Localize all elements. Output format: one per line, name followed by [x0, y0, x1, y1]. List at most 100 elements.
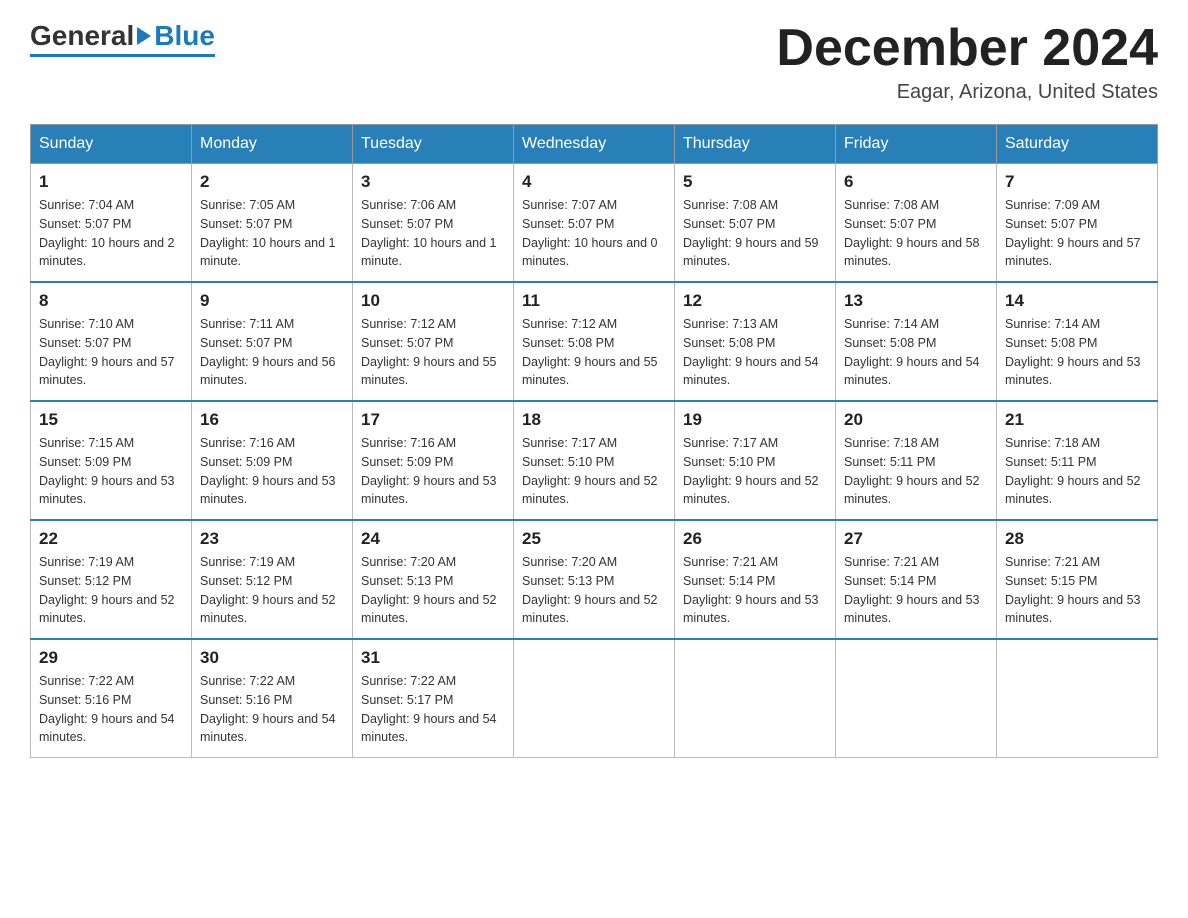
- day-info: Sunrise: 7:05 AMSunset: 5:07 PMDaylight:…: [200, 196, 344, 271]
- logo-arrow-icon: [137, 27, 151, 45]
- calendar-week-row: 1 Sunrise: 7:04 AMSunset: 5:07 PMDaylight…: [31, 164, 1158, 283]
- table-row: 12Sunrise: 7:13 AMSunset: 5:08 PMDayligh…: [675, 282, 836, 401]
- table-row: 7 Sunrise: 7:09 AMSunset: 5:07 PMDaylight…: [997, 164, 1158, 283]
- table-row: [997, 639, 1158, 758]
- day-number: 18: [522, 410, 666, 430]
- day-info: Sunrise: 7:11 AMSunset: 5:07 PMDaylight:…: [200, 315, 344, 390]
- table-row: 25Sunrise: 7:20 AMSunset: 5:13 PMDayligh…: [514, 520, 675, 639]
- calendar-week-row: 8 Sunrise: 7:10 AMSunset: 5:07 PMDaylight…: [31, 282, 1158, 401]
- table-row: 24 Sunrise: 7:20 AMSunset: 5:13 PMDayligh…: [353, 520, 514, 639]
- table-row: 14Sunrise: 7:14 AMSunset: 5:08 PMDayligh…: [997, 282, 1158, 401]
- day-info: Sunrise: 7:14 AMSunset: 5:08 PMDaylight:…: [844, 315, 988, 390]
- day-number: 26: [683, 529, 827, 549]
- calendar-week-row: 29 Sunrise: 7:22 AMSunset: 5:16 PMDayligh…: [31, 639, 1158, 758]
- day-number: 7: [1005, 172, 1149, 192]
- day-info: Sunrise: 7:08 AMSunset: 5:07 PMDaylight:…: [683, 196, 827, 271]
- table-row: [514, 639, 675, 758]
- day-info: Sunrise: 7:10 AMSunset: 5:07 PMDaylight:…: [39, 315, 183, 390]
- table-row: 1 Sunrise: 7:04 AMSunset: 5:07 PMDaylight…: [31, 164, 192, 283]
- table-row: 27Sunrise: 7:21 AMSunset: 5:14 PMDayligh…: [836, 520, 997, 639]
- day-info: Sunrise: 7:19 AMSunset: 5:12 PMDaylight:…: [200, 553, 344, 628]
- page-header: General Blue December 2024 Eagar, Arizon…: [30, 20, 1158, 104]
- day-number: 2: [200, 172, 344, 192]
- table-row: 23 Sunrise: 7:19 AMSunset: 5:12 PMDayligh…: [192, 520, 353, 639]
- table-row: 31Sunrise: 7:22 AMSunset: 5:17 PMDayligh…: [353, 639, 514, 758]
- table-row: 4 Sunrise: 7:07 AMSunset: 5:07 PMDaylight…: [514, 164, 675, 283]
- table-row: 18 Sunrise: 7:17 AMSunset: 5:10 PMDayligh…: [514, 401, 675, 520]
- day-info: Sunrise: 7:20 AMSunset: 5:13 PMDaylight:…: [522, 553, 666, 628]
- logo-underline: [30, 54, 215, 57]
- day-info: Sunrise: 7:18 AMSunset: 5:11 PMDaylight:…: [1005, 434, 1149, 509]
- day-info: Sunrise: 7:22 AMSunset: 5:16 PMDaylight:…: [200, 672, 344, 747]
- day-number: 21: [1005, 410, 1149, 430]
- day-info: Sunrise: 7:21 AMSunset: 5:14 PMDaylight:…: [683, 553, 827, 628]
- table-row: 22Sunrise: 7:19 AMSunset: 5:12 PMDayligh…: [31, 520, 192, 639]
- calendar-table: Sunday Monday Tuesday Wednesday Thursday…: [30, 124, 1158, 758]
- table-row: 21 Sunrise: 7:18 AMSunset: 5:11 PMDayligh…: [997, 401, 1158, 520]
- table-row: 6 Sunrise: 7:08 AMSunset: 5:07 PMDaylight…: [836, 164, 997, 283]
- col-wednesday: Wednesday: [514, 125, 675, 164]
- day-number: 28: [1005, 529, 1149, 549]
- day-number: 17: [361, 410, 505, 430]
- day-info: Sunrise: 7:13 AMSunset: 5:08 PMDaylight:…: [683, 315, 827, 390]
- table-row: 26 Sunrise: 7:21 AMSunset: 5:14 PMDayligh…: [675, 520, 836, 639]
- day-number: 29: [39, 648, 183, 668]
- calendar-week-row: 15Sunrise: 7:15 AMSunset: 5:09 PMDayligh…: [31, 401, 1158, 520]
- calendar-week-row: 22Sunrise: 7:19 AMSunset: 5:12 PMDayligh…: [31, 520, 1158, 639]
- header-row: Sunday Monday Tuesday Wednesday Thursday…: [31, 125, 1158, 164]
- day-info: Sunrise: 7:22 AMSunset: 5:16 PMDaylight:…: [39, 672, 183, 747]
- day-info: Sunrise: 7:16 AMSunset: 5:09 PMDaylight:…: [200, 434, 344, 509]
- location-text: Eagar, Arizona, United States: [776, 81, 1158, 104]
- day-info: Sunrise: 7:06 AMSunset: 5:07 PMDaylight:…: [361, 196, 505, 271]
- table-row: 19 Sunrise: 7:17 AMSunset: 5:10 PMDayligh…: [675, 401, 836, 520]
- day-number: 6: [844, 172, 988, 192]
- day-info: Sunrise: 7:04 AMSunset: 5:07 PMDaylight:…: [39, 196, 183, 271]
- day-number: 13: [844, 291, 988, 311]
- day-number: 10: [361, 291, 505, 311]
- table-row: 10 Sunrise: 7:12 AMSunset: 5:07 PMDayligh…: [353, 282, 514, 401]
- day-number: 24: [361, 529, 505, 549]
- table-row: [836, 639, 997, 758]
- day-number: 1: [39, 172, 183, 192]
- col-saturday: Saturday: [997, 125, 1158, 164]
- day-info: Sunrise: 7:12 AMSunset: 5:08 PMDaylight:…: [522, 315, 666, 390]
- day-info: Sunrise: 7:16 AMSunset: 5:09 PMDaylight:…: [361, 434, 505, 509]
- table-row: 13 Sunrise: 7:14 AMSunset: 5:08 PMDayligh…: [836, 282, 997, 401]
- day-number: 8: [39, 291, 183, 311]
- day-info: Sunrise: 7:08 AMSunset: 5:07 PMDaylight:…: [844, 196, 988, 271]
- day-number: 14: [1005, 291, 1149, 311]
- col-friday: Friday: [836, 125, 997, 164]
- day-info: Sunrise: 7:15 AMSunset: 5:09 PMDaylight:…: [39, 434, 183, 509]
- logo: General Blue: [30, 20, 215, 57]
- table-row: 11 Sunrise: 7:12 AMSunset: 5:08 PMDayligh…: [514, 282, 675, 401]
- table-row: 8 Sunrise: 7:10 AMSunset: 5:07 PMDaylight…: [31, 282, 192, 401]
- day-number: 4: [522, 172, 666, 192]
- day-number: 3: [361, 172, 505, 192]
- day-info: Sunrise: 7:18 AMSunset: 5:11 PMDaylight:…: [844, 434, 988, 509]
- day-info: Sunrise: 7:07 AMSunset: 5:07 PMDaylight:…: [522, 196, 666, 271]
- col-thursday: Thursday: [675, 125, 836, 164]
- day-number: 11: [522, 291, 666, 311]
- day-info: Sunrise: 7:09 AMSunset: 5:07 PMDaylight:…: [1005, 196, 1149, 271]
- col-sunday: Sunday: [31, 125, 192, 164]
- day-number: 19: [683, 410, 827, 430]
- table-row: 5Sunrise: 7:08 AMSunset: 5:07 PMDaylight…: [675, 164, 836, 283]
- table-row: 28Sunrise: 7:21 AMSunset: 5:15 PMDayligh…: [997, 520, 1158, 639]
- table-row: [675, 639, 836, 758]
- day-info: Sunrise: 7:12 AMSunset: 5:07 PMDaylight:…: [361, 315, 505, 390]
- logo-blue-text: Blue: [154, 20, 215, 52]
- table-row: 9Sunrise: 7:11 AMSunset: 5:07 PMDaylight…: [192, 282, 353, 401]
- table-row: 30 Sunrise: 7:22 AMSunset: 5:16 PMDayligh…: [192, 639, 353, 758]
- day-number: 23: [200, 529, 344, 549]
- day-info: Sunrise: 7:19 AMSunset: 5:12 PMDaylight:…: [39, 553, 183, 628]
- day-number: 30: [200, 648, 344, 668]
- day-info: Sunrise: 7:17 AMSunset: 5:10 PMDaylight:…: [522, 434, 666, 509]
- table-row: 20Sunrise: 7:18 AMSunset: 5:11 PMDayligh…: [836, 401, 997, 520]
- table-row: 3 Sunrise: 7:06 AMSunset: 5:07 PMDaylight…: [353, 164, 514, 283]
- col-monday: Monday: [192, 125, 353, 164]
- logo-general-text: General: [30, 20, 134, 52]
- day-info: Sunrise: 7:20 AMSunset: 5:13 PMDaylight:…: [361, 553, 505, 628]
- day-info: Sunrise: 7:17 AMSunset: 5:10 PMDaylight:…: [683, 434, 827, 509]
- table-row: 16Sunrise: 7:16 AMSunset: 5:09 PMDayligh…: [192, 401, 353, 520]
- title-block: December 2024 Eagar, Arizona, United Sta…: [776, 20, 1158, 104]
